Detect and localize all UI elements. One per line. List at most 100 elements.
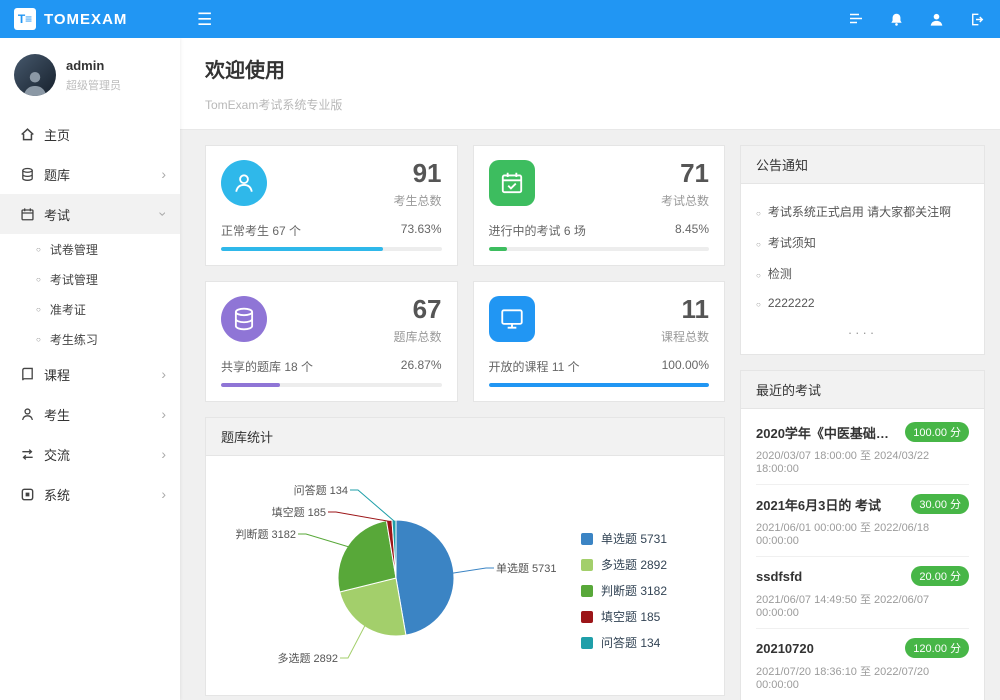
left-column: 91考生总数正常考生 67 个73.63%71考试总数进行中的考试 6 场8.4… (205, 145, 725, 700)
sidebar-item-3[interactable]: 课程 › (0, 354, 180, 394)
welcome-section: 欢迎使用 TomExam考试系统专业版 (180, 38, 1000, 130)
announcement-list: ○考试系统正式启用 请大家都关注啊○考试须知○检测 ○ 2222222 (756, 196, 969, 317)
recent-exams-title: 最近的考试 (756, 380, 821, 399)
legend-item[interactable]: 填空题 185 (581, 608, 709, 625)
legend-item[interactable]: 单选题 5731 (581, 530, 709, 547)
recent-exam-item[interactable]: 20210720 120.00 分 2021/07/20 18:36:10 至 20… (756, 629, 969, 700)
sidebar-item-4[interactable]: 考生› (0, 394, 180, 434)
bullet-icon: ○ (756, 300, 761, 309)
sidebar-subitem[interactable]: ○考试管理 (0, 264, 180, 294)
person-icon (20, 407, 44, 422)
sidebar: admin 超级管理员 主页题库›考试›○试卷管理○考试管理○准考证○考生练习课… (0, 38, 180, 700)
score-badge: 120.00 分 (905, 638, 969, 658)
sidebar-item-label: 考试 (44, 205, 70, 224)
svg-text:填空题 185: 填空题 185 (272, 505, 326, 519)
sidebar-item-label: 考生 (44, 405, 70, 424)
user-profile[interactable]: admin 超级管理员 (0, 38, 180, 110)
announcements-more[interactable]: ···· (756, 317, 969, 342)
user-info: admin 超级管理员 (66, 58, 121, 93)
score-badge: 100.00 分 (905, 422, 969, 442)
pie-chart-body: 单选题 5731多选题 2892判断题 3182填空题 185问答题 134 单… (206, 456, 724, 695)
stat-label: 课程总数 (661, 328, 709, 345)
progress-bar (221, 383, 442, 387)
sidebar-subitem[interactable]: ○准考证 (0, 294, 180, 324)
recent-exam-item[interactable]: 2020学年《中医基础理论》100.00 分2020/03/07 18:00:0… (756, 413, 969, 485)
legend-item[interactable]: 判断题 3182 (581, 582, 709, 599)
sidebar-item-label: 课程 (44, 365, 70, 384)
legend-swatch (581, 585, 593, 597)
exam-date-range: 2020/03/07 18:00:00 至 2024/03/22 18:00:0… (756, 447, 969, 475)
sidebar-subitem[interactable]: ○考生练习 (0, 324, 180, 354)
user-icon[interactable] (916, 0, 956, 38)
svg-text:判断题 3182: 判断题 3182 (235, 527, 296, 541)
ranking-icon[interactable] (836, 0, 876, 38)
exam-name: ssdfsfd (756, 569, 802, 584)
stat-percent: 100.00% (662, 358, 709, 375)
score-badge: 20.00 分 (911, 566, 969, 586)
recent-exam-item[interactable]: ssdfsfd20.00 分2021/06/07 14:49:50 至 2022… (756, 557, 969, 629)
page-subtitle: TomExam考试系统专业版 (205, 96, 975, 113)
announcement-item[interactable]: ○检测 (756, 258, 969, 289)
announcement-text: 检测 (768, 265, 792, 282)
progress-bar (489, 247, 710, 251)
stat-card: 67题库总数共享的题库 18 个26.87% (205, 281, 458, 402)
sidebar-item-2[interactable]: 考试 › (0, 194, 180, 234)
dashboard-content: 91考生总数正常考生 67 个73.63%71考试总数进行中的考试 6 场8.4… (180, 130, 1000, 700)
stat-percent: 73.63% (401, 222, 442, 239)
bullet-icon: ○ (36, 305, 41, 314)
sidebar-subitem[interactable]: ○试卷管理 (0, 234, 180, 264)
legend-label: 单选题 5731 (601, 530, 667, 547)
sidebar-item-6[interactable]: 系统› (0, 474, 180, 514)
announcements-card: 公告通知 ○考试系统正式启用 请大家都关注啊○考试须知○检测○2222222 ·… (740, 145, 985, 355)
legend-item[interactable]: 问答题 134 (581, 634, 709, 651)
exam-name: 20210720 (756, 641, 814, 656)
stat-value: 71 (661, 160, 709, 186)
calendar-icon (20, 207, 44, 222)
legend-item[interactable]: 多选题 2892 (581, 556, 709, 573)
sidebar-item-0[interactable]: 主页 (0, 114, 180, 154)
legend-swatch (581, 611, 593, 623)
announcement-text: 2222222 (768, 296, 815, 310)
stat-label: 考生总数 (393, 192, 441, 209)
home-icon (20, 127, 44, 142)
system-icon (20, 487, 44, 502)
pie-chart: 单选题 5731多选题 2892判断题 3182填空题 185问答题 134 (221, 468, 581, 683)
progress-bar (221, 247, 442, 251)
main-content: 欢迎使用 TomExam考试系统专业版 91考生总数正常考生 67 个73.63… (180, 38, 1000, 700)
stat-label: 题库总数 (393, 328, 441, 345)
stat-sub-text: 开放的课程 11 个 (489, 358, 580, 375)
announcement-item[interactable]: ○ 2222222 (756, 289, 969, 317)
user-icon (221, 160, 267, 206)
stat-value: 11 (661, 296, 709, 322)
topbar: T≡ TOMEXAM ☰ (0, 0, 1000, 38)
logout-icon[interactable] (956, 0, 996, 38)
question-stats-header: 题库统计 (206, 418, 724, 456)
hamburger-menu-icon[interactable]: ☰ (197, 11, 212, 28)
stat-label: 考试总数 (661, 192, 709, 209)
sidebar-subitem-label: 考试管理 (50, 271, 98, 288)
legend-label: 问答题 134 (601, 634, 660, 651)
app-logo-icon: T≡ (14, 8, 36, 30)
legend-label: 填空题 185 (601, 608, 660, 625)
topbar-actions (836, 0, 1000, 38)
sidebar-item-5[interactable]: 交流› (0, 434, 180, 474)
chevron-down-icon: › (156, 212, 172, 217)
sidebar-item-label: 系统 (44, 485, 70, 504)
chevron-right-icon: › (161, 366, 166, 382)
brand[interactable]: T≡ TOMEXAM (0, 8, 180, 30)
right-column: 公告通知 ○考试系统正式启用 请大家都关注啊○考试须知○检测○2222222 ·… (740, 145, 985, 700)
sidebar-subitem-label: 试卷管理 (50, 241, 98, 258)
chevron-right-icon: › (161, 446, 166, 462)
announcement-item[interactable]: ○考试须知 (756, 227, 969, 258)
recent-exam-item[interactable]: 2021年6月3日的 考试30.00 分2021/06/01 00:00:00 … (756, 485, 969, 557)
bell-icon[interactable] (876, 0, 916, 38)
avatar (14, 54, 56, 96)
announcement-item[interactable]: ○考试系统正式启用 请大家都关注啊 (756, 196, 969, 227)
exam-date-range: 2021/07/20 18:36:10 至 2022/07/20 00:00:0… (756, 663, 969, 691)
monitor-icon (489, 296, 535, 342)
sidebar-item-1[interactable]: 题库› (0, 154, 180, 194)
announcement-text: 考试系统正式启用 请大家都关注啊 (768, 203, 951, 220)
recent-exams-list: 2020学年《中医基础理论》100.00 分2020/03/07 18:00:0… (756, 413, 969, 700)
recent-exams-body: 2020学年《中医基础理论》100.00 分2020/03/07 18:00:0… (741, 409, 984, 700)
exchange-icon (20, 447, 44, 462)
